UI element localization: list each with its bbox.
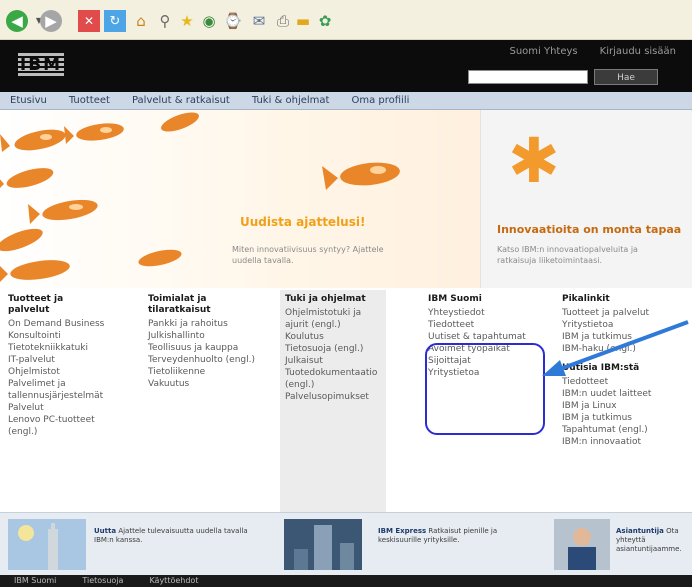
column-title: IBM Suomi [428, 294, 482, 304]
column-link[interactable]: Ohjelmistotuki ja ajurit (engl.) [285, 307, 381, 331]
edit-icon[interactable]: ▬ [292, 10, 314, 32]
hero-side-subtext: Katso IBM:n innovaatiopalveluita ja ratk… [497, 245, 638, 265]
column-link[interactable]: Tiedotteet [428, 319, 546, 331]
arrow-icon [542, 320, 689, 376]
column-link[interactable]: Koulutus [285, 331, 385, 343]
column-link[interactable]: Ohjelmistot [8, 366, 134, 378]
column-link[interactable]: Teollisuus ja kauppa [148, 342, 266, 354]
search-icon[interactable]: ⚲ [154, 10, 176, 32]
column-support: Tuki ja ohjelmat Ohjelmistotuki ja ajuri… [285, 294, 385, 403]
browser-toolbar: ◀ ▼ ▶ ✕ ↻ ⌂ ⚲ ★ ◉ ⌚ ✉ ⎙ ▬ ✿ [0, 0, 692, 40]
column-link[interactable]: Lenovo PC-tuotteet (engl.) [8, 414, 108, 438]
history-icon[interactable]: ⌚ [222, 10, 244, 32]
forward-icon[interactable]: ▶ [40, 10, 62, 32]
column-link[interactable]: Palvelusopimukset [285, 391, 385, 403]
column-link[interactable]: Palvelut [8, 402, 134, 414]
nav-item-profile[interactable]: Oma profiili [351, 95, 409, 106]
column-link[interactable]: IBM ja Linux [562, 400, 686, 412]
nav-item-home[interactable]: Etusivu [10, 95, 47, 106]
column-link[interactable]: IBM:n innovaatiot [562, 436, 686, 448]
site-header: IBM Suomi Yhteys Kirjaudu sisään Hae [0, 40, 692, 92]
column-link[interactable]: IBM ja tutkimus [562, 412, 686, 424]
column-link[interactable]: Palvelimet ja tallennusjärjestelmät [8, 378, 128, 402]
column-products: Tuotteet ja palvelut On Demand Business … [8, 294, 134, 438]
column-title: Tuotteet ja palvelut [8, 294, 64, 315]
mail-icon[interactable]: ✉ [248, 10, 270, 32]
column-link[interactable]: Tietosuoja (engl.) [285, 343, 385, 355]
back-icon[interactable]: ◀ [6, 10, 28, 32]
footer-link[interactable]: Käyttöehdot [149, 575, 198, 587]
stop-icon[interactable]: ✕ [78, 10, 100, 32]
promo-image-building[interactable] [284, 519, 362, 570]
column-title: Tuki ja ohjelmat [285, 294, 366, 304]
nav-item-products[interactable]: Tuotteet [69, 95, 110, 106]
nav-item-services[interactable]: Palvelut & ratkaisut [132, 95, 230, 106]
promo-text[interactable]: Uutta Ajattele tulevaisuutta uudella tav… [94, 527, 264, 545]
column-link[interactable]: On Demand Business [8, 318, 134, 330]
hero-subtext: Miten innovatiivisuus syntyy? Ajattele u… [232, 245, 384, 265]
hero-main-panel[interactable]: Uudista ajattelusi! Miten innovatiivisuu… [0, 110, 480, 288]
ibm-logo-text: IBM [19, 55, 63, 75]
column-link[interactable]: IT-palvelut [8, 354, 134, 366]
column-link[interactable]: Terveydenhuolto (engl.) [148, 354, 276, 366]
messenger-icon[interactable]: ✿ [314, 10, 336, 32]
column-link[interactable]: Tuotedokumentaatio (engl.) [285, 367, 381, 391]
search-button[interactable]: Hae [594, 69, 658, 85]
home-icon[interactable]: ⌂ [130, 10, 152, 32]
header-links: Suomi Yhteys Kirjaudu sisään [509, 46, 676, 57]
footer-link[interactable]: IBM Suomi [14, 575, 56, 587]
column-industries: Toimialat ja tilaratkaisut Pankki ja rah… [148, 294, 276, 390]
column-link[interactable]: Julkaisut [285, 355, 385, 367]
promo-title: Asiantuntija [616, 527, 664, 535]
main-nav: Etusivu Tuotteet Palvelut & ratkaisut Tu… [0, 92, 692, 110]
column-link[interactable]: Uutiset & tapahtumat [428, 331, 546, 343]
promo-strip: Uutta Ajattele tulevaisuutta uudella tav… [0, 512, 692, 575]
promo-image-tower[interactable] [8, 519, 86, 570]
column-link[interactable]: Tapahtumat (engl.) [562, 424, 686, 436]
ibm-logo[interactable]: IBM [18, 53, 64, 79]
media-icon[interactable]: ◉ [198, 10, 220, 32]
favorites-icon[interactable]: ★ [176, 10, 198, 32]
column-link[interactable]: Yhteystiedot [428, 307, 546, 319]
column-link[interactable]: Tietotekniikkatuki [8, 342, 134, 354]
column-link[interactable]: Konsultointi [8, 330, 134, 342]
promo-body: Ajattele tulevaisuutta uudella tavalla I… [94, 527, 248, 544]
promo-title: IBM Express [378, 527, 427, 535]
column-link[interactable]: Julkishallinto [148, 330, 276, 342]
refresh-icon[interactable]: ↻ [104, 10, 126, 32]
promo-text[interactable]: IBM Express Ratkaisut pienille ja keskis… [378, 527, 528, 545]
asterisk-graphic: ✱ [508, 124, 560, 197]
hero-side-headline[interactable]: Innovaatioita on monta tapaa [497, 223, 681, 236]
column-title: Toimialat ja tilaratkaisut [148, 294, 211, 315]
column-link[interactable]: Vakuutus [148, 378, 276, 390]
promo-title: Uutta [94, 527, 117, 535]
promo-text[interactable]: Asiantuntija Ota yhteyttä asiantuntijaam… [616, 527, 688, 554]
hero-headline[interactable]: Uudista ajattelusi! [240, 215, 365, 229]
column-link[interactable]: Tietoliikenne [148, 366, 276, 378]
header-link-country[interactable]: Suomi Yhteys [509, 46, 577, 57]
header-link-login[interactable]: Kirjaudu sisään [600, 46, 676, 57]
footer-links: IBM Suomi Tietosuoja Käyttöehdot [0, 575, 692, 587]
highlight-box [425, 343, 545, 435]
nav-item-support[interactable]: Tuki & ohjelmat [252, 95, 330, 106]
footer-link[interactable]: Tietosuoja [82, 575, 123, 587]
promo-image-person[interactable] [554, 519, 610, 570]
search-input[interactable] [468, 70, 588, 84]
hero-banner[interactable]: Uudista ajattelusi! Miten innovatiivisuu… [0, 110, 692, 288]
column-link[interactable]: IBM:n uudet laitteet [562, 388, 686, 400]
column-link[interactable]: Pankki ja rahoitus [148, 318, 276, 330]
print-icon[interactable]: ⎙ [272, 10, 294, 32]
